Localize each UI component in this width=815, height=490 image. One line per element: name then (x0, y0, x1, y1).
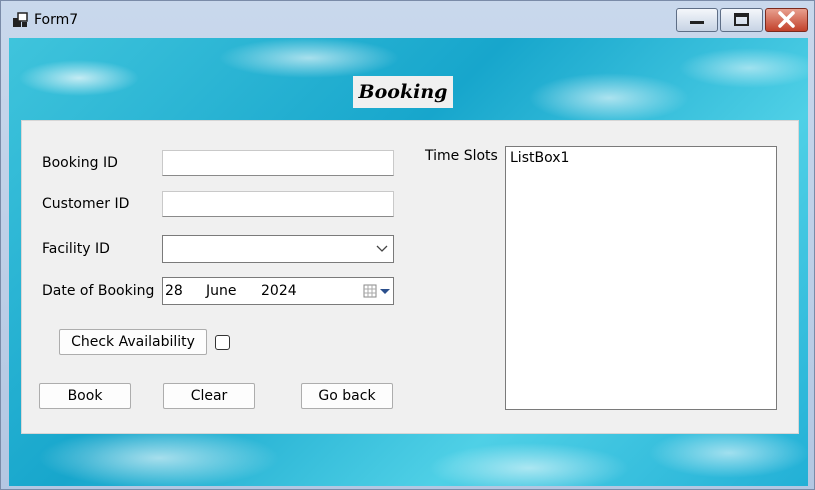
page-title: Booking (353, 76, 453, 108)
date-picker[interactable]: 28 June 2024 (162, 277, 394, 305)
date-of-booking-label: Date of Booking (42, 283, 155, 299)
close-icon (778, 11, 795, 28)
booking-id-label: Booking ID (42, 155, 118, 171)
list-item[interactable]: ListBox1 (506, 147, 776, 169)
booking-id-input[interactable] (162, 150, 394, 176)
window: Form7 Booking Booking ID Customer ID Fac… (0, 0, 815, 490)
minimize-button[interactable] (676, 8, 718, 32)
facility-id-label: Facility ID (42, 241, 110, 257)
window-title: Form7 (34, 12, 79, 28)
book-button[interactable]: Book (39, 383, 131, 409)
check-availability-button[interactable]: Check Availability (59, 329, 207, 355)
title-bar[interactable]: Form7 (1, 1, 814, 37)
go-back-button[interactable]: Go back (301, 383, 393, 409)
availability-checkbox[interactable] (215, 335, 230, 350)
booking-panel: Booking ID Customer ID Facility ID Date … (21, 120, 799, 434)
chevron-down-icon (376, 245, 388, 252)
maximize-icon (734, 13, 749, 26)
date-day[interactable]: 28 (165, 283, 183, 299)
customer-id-input[interactable] (162, 191, 394, 217)
clear-button[interactable]: Clear (163, 383, 255, 409)
form-client-area: Booking Booking ID Customer ID Facility … (9, 38, 808, 486)
time-slots-label: Time Slots (425, 148, 498, 164)
customer-id-label: Customer ID (42, 196, 130, 212)
maximize-button[interactable] (720, 8, 763, 32)
minimize-icon (690, 21, 704, 24)
facility-id-dropdown[interactable] (162, 235, 394, 263)
calendar-icon[interactable] (362, 283, 392, 299)
time-slots-listbox[interactable]: ListBox1 (505, 146, 777, 410)
app-icon (13, 12, 28, 27)
date-year[interactable]: 2024 (261, 283, 297, 299)
close-button[interactable] (765, 8, 808, 32)
date-month[interactable]: June (206, 283, 237, 299)
